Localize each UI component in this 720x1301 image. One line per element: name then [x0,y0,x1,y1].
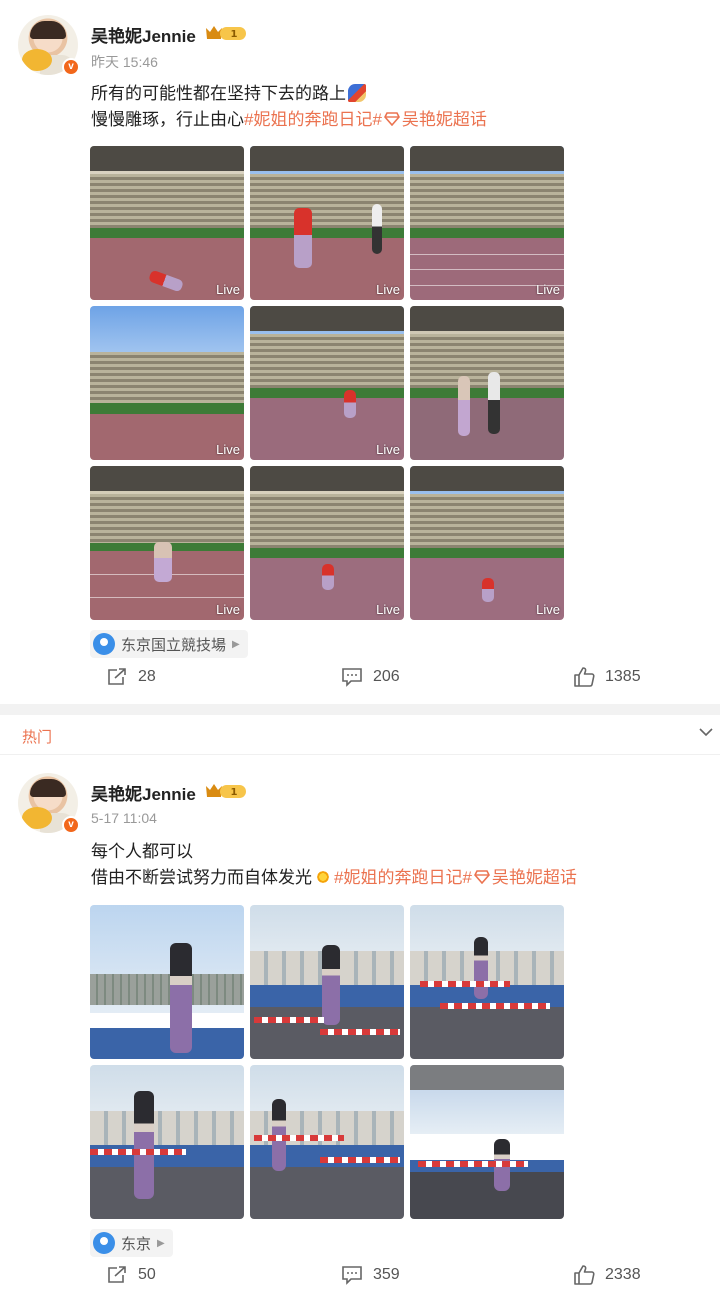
post-text: 所有的可能性都在坚持下去的路上 慢慢雕琢，行止由心#妮姐的奔跑日记# 吴艳妮超话 [91,81,487,133]
photo[interactable]: Live [90,306,244,460]
username[interactable]: 吴艳妮Jennie [91,780,196,805]
like-count: 2338 [605,1266,641,1283]
like-icon [574,667,595,687]
live-badge: Live [216,442,240,457]
post-text-line2: 慢慢雕琢，行止由心 [91,110,244,129]
hot-label: 热门 [22,729,53,746]
location-name: 东京国立競技場 [121,636,227,654]
live-badge: Live [216,282,240,297]
topic-tag[interactable]: #妮姐的奔跑日记# [244,110,382,129]
post-text: 每个人都可以 借由不断尝试努力而自体发光 #妮姐的奔跑日记# 吴艳妮超话 [91,839,577,891]
section-divider [0,704,720,715]
verified-badge-icon: v [62,816,80,834]
live-badge: Live [536,602,560,617]
post-time: 5-17 11:04 [91,810,157,826]
photo[interactable] [410,1065,564,1219]
live-badge: Live [376,442,400,457]
comment-count: 206 [373,668,400,685]
location-name: 东京 [121,1235,152,1253]
live-badge: Live [216,602,240,617]
comment-count: 359 [373,1266,400,1283]
like-button[interactable]: 2338 [573,1265,641,1285]
feed-post: v 吴艳妮Jennie 1 昨天 15:46 所有的可能性都在坚持下去的路上 慢… [0,0,720,704]
repost-icon [108,668,126,685]
action-bar: 28 206 1385 [0,667,720,697]
verified-badge-icon: v [62,58,80,76]
repost-icon [108,1266,126,1283]
feed-post: v 吴艳妮Jennie 1 5-17 11:04 每个人都可以 借由不断尝试努力… [0,757,720,1301]
post-text-line2: 借由不断尝试努力而自体发光 [91,868,312,887]
live-badge: Live [376,282,400,297]
photo[interactable] [410,905,564,1059]
live-badge: Live [376,602,400,617]
post-time: 昨天 15:46 [91,54,158,70]
location-tag[interactable]: 东京国立競技場 ▶ [90,630,248,658]
photo[interactable]: Live [90,466,244,620]
hot-section-header[interactable]: 热门 [0,715,720,755]
like-count: 1385 [605,668,641,685]
photo[interactable]: Live [90,146,244,300]
repost-button[interactable]: 28 [106,667,156,687]
post-text-line1: 每个人都可以 [91,842,193,861]
photo[interactable] [250,1065,404,1219]
live-badge: Live [536,282,560,297]
comment-icon [342,1266,362,1285]
comment-icon [342,668,362,687]
runner-emoji [348,84,366,102]
photo[interactable] [410,306,564,460]
crown-icon[interactable]: 1 [204,782,248,800]
vip-level: 1 [231,29,238,40]
chevron-right-icon: ▶ [232,638,240,650]
like-button[interactable]: 1385 [573,667,641,687]
crown-icon[interactable]: 1 [204,24,248,42]
photo[interactable]: Live [410,146,564,300]
topic-tag[interactable]: #妮姐的奔跑日记# [334,868,472,887]
location-pin-icon [93,633,115,655]
supertopic-diamond-icon [473,870,490,885]
vip-level: 1 [231,787,238,798]
supertopic-diamond-icon [383,112,400,127]
photo[interactable] [90,1065,244,1219]
photo[interactable]: Live [250,466,404,620]
repost-count: 50 [138,1266,156,1283]
supertopic-link[interactable]: 吴艳妮超话 [492,868,577,887]
supertopic-link[interactable]: 吴艳妮超话 [402,110,487,129]
action-bar: 50 359 2338 [0,1265,720,1295]
username[interactable]: 吴艳妮Jennie [91,22,196,47]
photo[interactable]: Live [250,306,404,460]
chevron-down-icon[interactable] [698,727,714,737]
photo[interactable] [250,905,404,1059]
repost-button[interactable]: 50 [106,1265,156,1285]
photo[interactable] [90,905,244,1059]
sparkle-emoji [310,864,336,890]
chevron-right-icon: ▶ [157,1237,165,1249]
photo[interactable]: Live [250,146,404,300]
comment-button[interactable]: 359 [341,1265,400,1285]
location-pin-icon [93,1232,115,1254]
location-tag[interactable]: 东京 ▶ [90,1229,173,1257]
comment-button[interactable]: 206 [341,667,400,687]
photo[interactable]: Live [410,466,564,620]
like-icon [574,1265,595,1285]
repost-count: 28 [138,668,156,685]
post-text-line1: 所有的可能性都在坚持下去的路上 [91,84,346,103]
